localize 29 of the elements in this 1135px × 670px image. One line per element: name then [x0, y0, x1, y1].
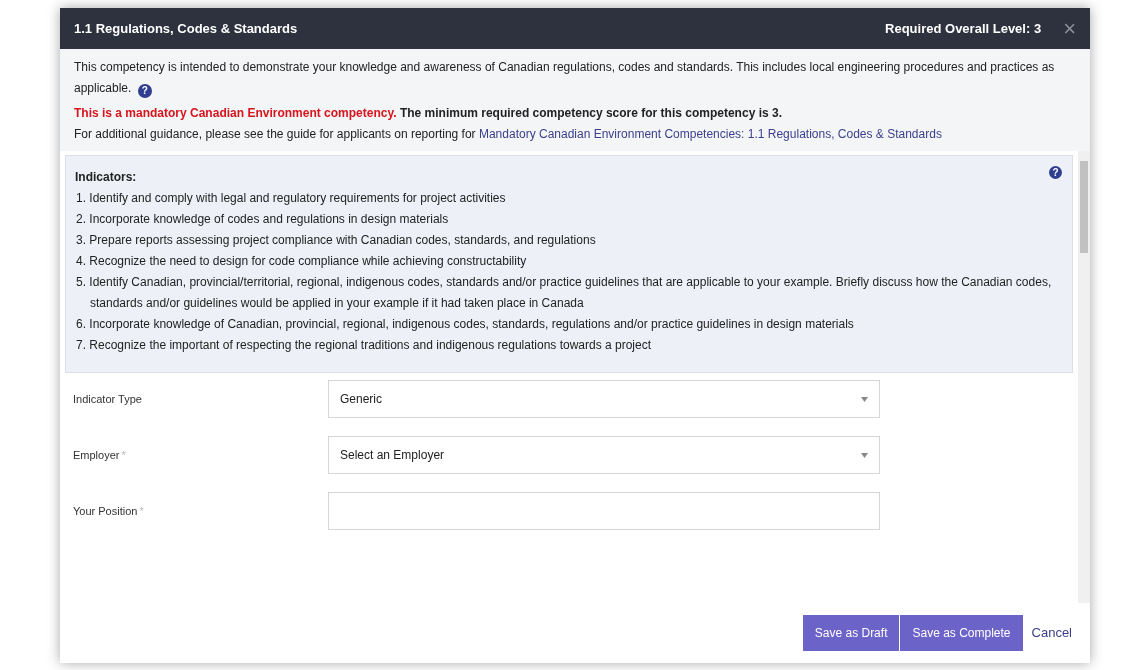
help-icon[interactable]: ? — [137, 84, 152, 98]
dialog-title: 1.1 Regulations, Codes & Standards — [74, 19, 298, 38]
indicator-item: 7. Recognize the important of respecting the regional traditions and indigenous regulations towards a project — [76, 337, 652, 354]
dropdown-arrow-icon — [861, 452, 868, 458]
required-level: Required Overall Level: 3 — [885, 19, 1042, 38]
save-button[interactable]: Save as Complete — [900, 615, 1023, 651]
indicators-title: Indicators: — [75, 170, 137, 184]
guidance-text: For additional guidance, please see the guide for applicants on reporting for Mandatory Canadian Environment Competencies: 1.1 Regulations, Codes & Standards — [74, 126, 943, 143]
cancel-link[interactable]: Cancel — [1023, 615, 1080, 651]
select-field[interactable]: Select an Employer — [328, 436, 880, 474]
indicator-item: 4. Recognize the need to design for code compliance while achieving constructability — [76, 253, 528, 270]
save-button[interactable]: Save as Draft — [802, 615, 900, 651]
dropdown-arrow-icon — [861, 396, 868, 402]
select-field[interactable]: Generic — [328, 380, 880, 418]
indicator-item: 3. Prepare reports assessing project compliance with Canadian codes, standards, and regulations — [76, 232, 597, 249]
scrollbar[interactable] — [1078, 151, 1090, 603]
intro-text: This competency is intended to demonstrate your knowledge and awareness of Canadian regulations, codes and standards. This includes local engineering procedures and practices as applicable. ? — [74, 59, 1056, 99]
close-button[interactable]: × — [1063, 17, 1076, 40]
guide-link[interactable]: Mandatory Canadian Environment Competencies: 1.1 Regulations, Codes & Standards — [478, 127, 942, 141]
indicator-item: 2. Incorporate knowledge of codes and regulations in design materials — [76, 211, 450, 228]
indicator-item: 5. Identify Canadian, provincial/territorial, regional, indigenous codes, standards and/or practice guidelines that are applicable to your example. Briefly discuss how the Canadian codes, standards and/or guidelines would be applied in your example if it had taken place in Canada — [76, 274, 1053, 312]
field-label: Employer * — [73, 447, 127, 463]
indicator-item: 6. Incorporate knowledge of Canadian, provincial, regional, indigenous codes, standards, regulations and/or practice guidelines in design materials — [76, 316, 855, 333]
field-label: Your Position * — [73, 503, 145, 519]
indicator-item: 1. Identify and comply with legal and regulatory requirements for project activities — [76, 190, 507, 207]
mandatory-notice: This is a mandatory Canadian Environment competency. The minimum required competency score for this competency is 3. — [74, 105, 783, 122]
input-field[interactable] — [328, 492, 880, 530]
field-label: Indicator Type — [73, 391, 143, 407]
help-icon[interactable]: ? — [1049, 166, 1062, 179]
